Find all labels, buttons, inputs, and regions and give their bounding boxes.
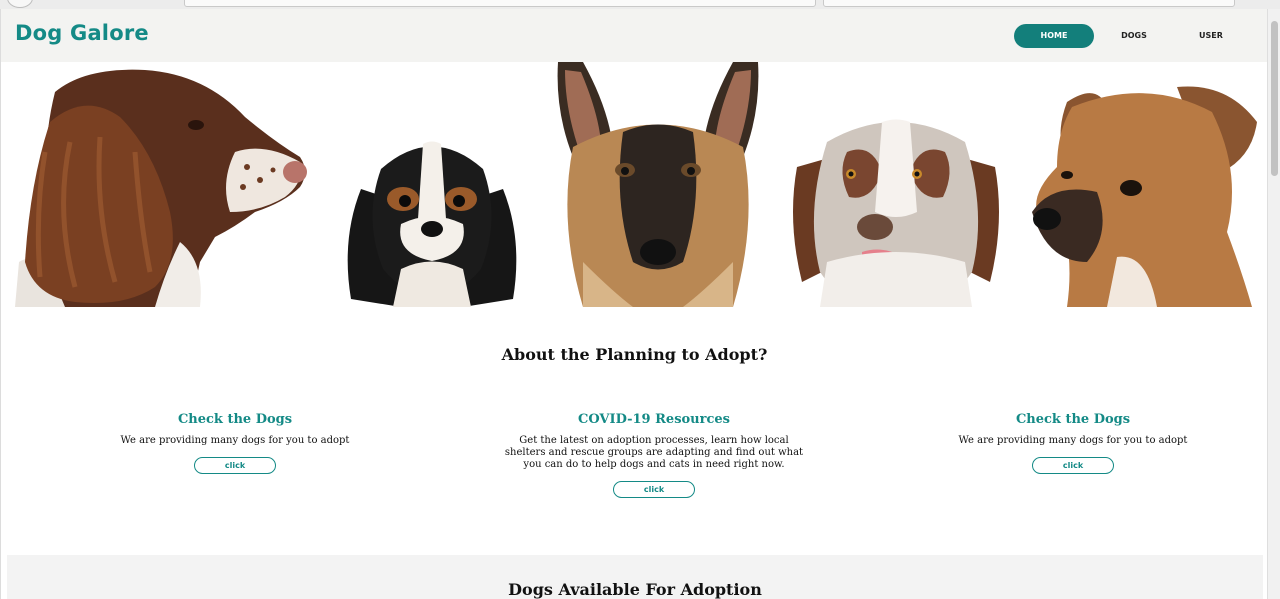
nav-dogs-button[interactable]: DOGS: [1109, 24, 1159, 48]
info-card: Check the Dogs We are providing many dog…: [85, 412, 385, 474]
available-section: Dogs Available For Adoption: [7, 555, 1263, 599]
browser-search-bar[interactable]: [823, 0, 1235, 7]
browser-address-bar[interactable]: [184, 0, 816, 7]
nav-user-button[interactable]: USER: [1187, 24, 1235, 48]
navbar: Dog Galore HOME DOGS USER: [1, 9, 1268, 62]
info-card: COVID-19 Resources Get the latest on ado…: [504, 412, 804, 498]
page-scrollbar[interactable]: [1267, 9, 1280, 599]
card-text: Get the latest on adoption processes, le…: [504, 435, 804, 470]
scrollbar-thumb[interactable]: [1271, 21, 1278, 176]
hero-banner: [1, 62, 1268, 307]
card-click-button[interactable]: click: [613, 481, 695, 498]
card-click-button[interactable]: click: [194, 457, 276, 474]
australian-shepherd-dog-image: [793, 119, 999, 307]
nav-home-button[interactable]: HOME: [1014, 24, 1094, 48]
card-text: We are providing many dogs for you to ad…: [958, 435, 1188, 446]
info-card: Check the Dogs We are providing many dog…: [923, 412, 1223, 474]
page: Dog Galore HOME DOGS USER About the Plan…: [0, 9, 1268, 599]
available-title: Dogs Available For Adoption: [508, 580, 762, 599]
springer-spaniel-dog-image: [15, 69, 307, 307]
card-title: Check the Dogs: [177, 412, 293, 427]
cavalier-king-charles-dog-image: [347, 141, 517, 307]
card-title: COVID-19 Resources: [577, 412, 730, 427]
brown-mixed-breed-dog-image: [1032, 86, 1257, 307]
card-title: Check the Dogs: [1015, 412, 1131, 427]
about-title: About the Planning to Adopt?: [501, 345, 768, 364]
browser-back-button[interactable]: [7, 0, 33, 8]
card-click-button[interactable]: click: [1032, 457, 1114, 474]
brand-logo[interactable]: Dog Galore: [15, 21, 149, 45]
card-text: We are providing many dogs for you to ad…: [120, 435, 350, 446]
german-shepherd-dog-image: [557, 62, 759, 307]
